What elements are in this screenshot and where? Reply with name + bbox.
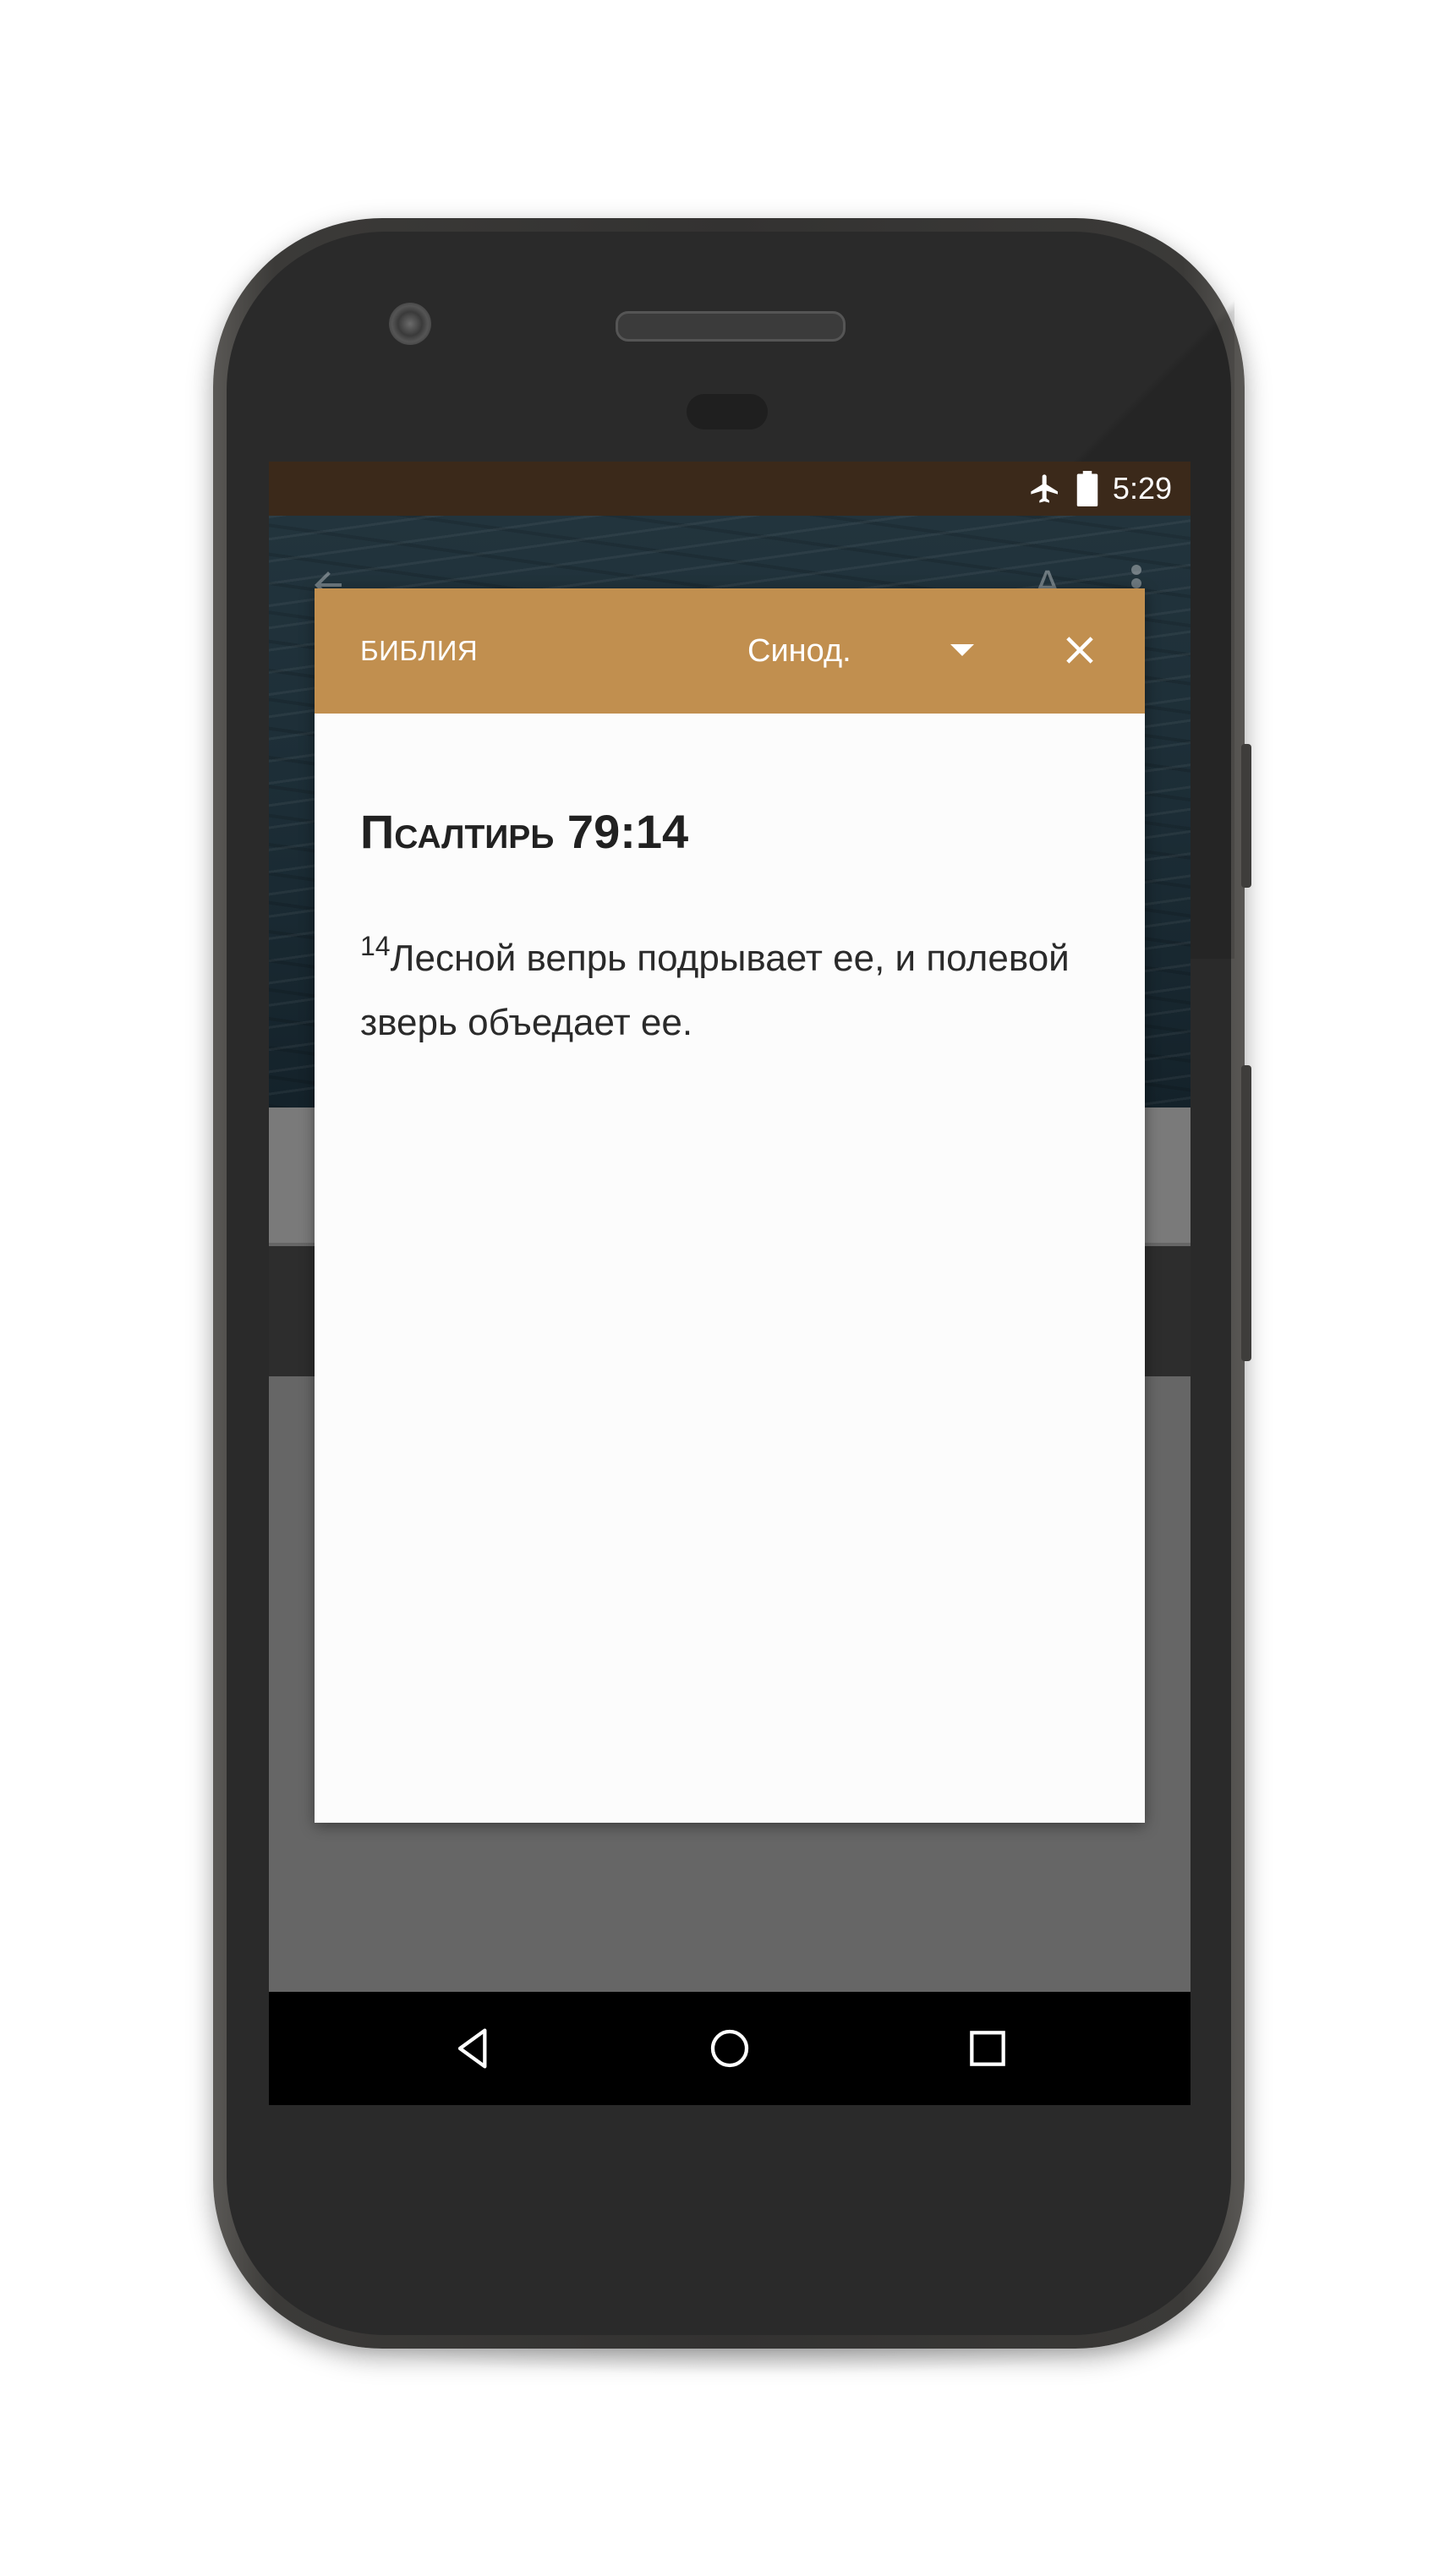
dropdown-arrow-icon[interactable] bbox=[950, 644, 974, 656]
dialog-header: БИБЛИЯ Синод. bbox=[315, 588, 1145, 714]
dialog-title: БИБЛИЯ bbox=[360, 635, 479, 666]
power-button bbox=[1241, 744, 1251, 888]
volume-button bbox=[1241, 1065, 1251, 1361]
verse-text-block: 14Лесной вепрь подрывает ее, и полевой з… bbox=[360, 927, 1087, 1055]
screen: 5:29 A БИБЛИЯ Синод. Псалтирь 79:14 14Ле… bbox=[269, 462, 1191, 2105]
reference-book: салтирь bbox=[394, 805, 555, 858]
airplane-mode-icon bbox=[1031, 474, 1058, 503]
proximity-sensor bbox=[687, 394, 768, 429]
close-icon[interactable] bbox=[1057, 627, 1103, 673]
verse-dialog: БИБЛИЯ Синод. Псалтирь 79:14 14Лесной ве… bbox=[315, 588, 1145, 1823]
battery-icon bbox=[1076, 471, 1098, 506]
verse-reference: Псалтирь 79:14 bbox=[360, 804, 688, 859]
earpiece-speaker bbox=[616, 311, 846, 342]
version-selector[interactable]: Синод. bbox=[747, 588, 851, 714]
verse-text: Лесной вепрь подрывает ее, и полевой зве… bbox=[360, 938, 1070, 1043]
back-triangle-icon[interactable] bbox=[446, 2021, 501, 2076]
reference-numbers: 79:14 bbox=[567, 805, 689, 858]
home-circle-icon[interactable] bbox=[703, 2021, 757, 2076]
front-camera bbox=[389, 303, 431, 345]
status-bar: 5:29 bbox=[269, 462, 1191, 516]
verse-number: 14 bbox=[360, 931, 391, 961]
recents-square-icon[interactable] bbox=[961, 2021, 1015, 2076]
reference-initial: П bbox=[360, 805, 395, 858]
status-time: 5:29 bbox=[1112, 471, 1172, 506]
navigation-bar bbox=[269, 1992, 1191, 2105]
